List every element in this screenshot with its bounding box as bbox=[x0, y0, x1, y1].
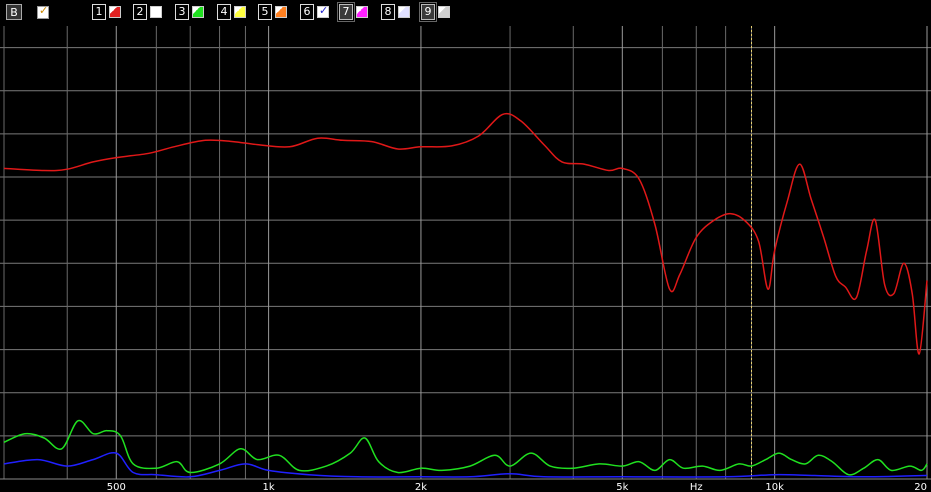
trace-button-6[interactable]: 6 ✓ bbox=[300, 4, 329, 20]
trace-number: 8 bbox=[381, 4, 395, 20]
toolbar: B 123456✓789 bbox=[0, 0, 931, 26]
trace-number: 1 bbox=[92, 4, 106, 20]
series-line-1 bbox=[3, 112, 928, 355]
trace-button-8[interactable]: 8 bbox=[381, 4, 410, 20]
x-tick-label: 20 bbox=[914, 482, 927, 492]
trace-color-swatch bbox=[150, 6, 162, 18]
trace-number: 7 bbox=[337, 2, 355, 22]
trace-color-swatch: ✓ bbox=[317, 4, 329, 18]
series-line-3 bbox=[3, 451, 928, 478]
x-tick-label: 2k bbox=[415, 482, 427, 492]
trace-number: 4 bbox=[217, 4, 231, 20]
trace-button-9[interactable]: 9 bbox=[419, 2, 450, 22]
trace-color-swatch bbox=[356, 6, 368, 18]
x-tick-label: 1k bbox=[263, 482, 275, 492]
trace-button-4[interactable]: 4 bbox=[217, 4, 246, 20]
trace-color-swatch bbox=[234, 6, 246, 18]
trace-button-2[interactable]: 2 bbox=[133, 4, 162, 20]
x-tick-label: 5k bbox=[616, 482, 628, 492]
checkmark-icon: ✓ bbox=[319, 4, 329, 17]
trace-button-7[interactable]: 7 bbox=[337, 2, 368, 22]
trace-number: 2 bbox=[133, 4, 147, 20]
trace-color-swatch bbox=[398, 6, 410, 18]
series-line-2 bbox=[3, 419, 928, 476]
trace-color-swatch bbox=[438, 6, 450, 18]
trace-button-5[interactable]: 5 bbox=[258, 4, 287, 20]
trace-color-swatch bbox=[109, 6, 121, 18]
frequency-response-chart: 500 1k 2k 5k Hz 10k 20 bbox=[0, 26, 931, 492]
notes-icon[interactable] bbox=[37, 4, 49, 19]
trace-button-3[interactable]: 3 bbox=[175, 4, 204, 20]
trace-color-swatch bbox=[192, 6, 204, 18]
b-button[interactable]: B bbox=[6, 4, 22, 20]
trace-color-swatch bbox=[275, 6, 287, 18]
trace-button-1[interactable]: 1 bbox=[92, 4, 121, 20]
trace-number: 9 bbox=[419, 2, 437, 22]
x-tick-label: 500 bbox=[107, 482, 126, 492]
trace-number: 6 bbox=[300, 4, 314, 20]
trace-number: 3 bbox=[175, 4, 189, 20]
trace-number: 5 bbox=[258, 4, 272, 20]
x-tick-label: 10k bbox=[765, 482, 784, 492]
x-tick-label: Hz bbox=[690, 482, 703, 492]
